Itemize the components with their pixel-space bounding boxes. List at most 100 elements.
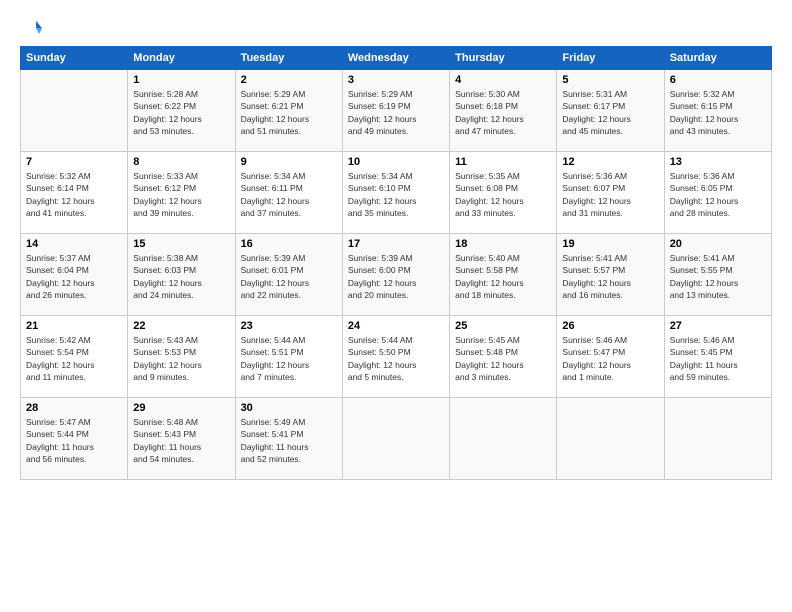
col-header-thursday: Thursday bbox=[450, 47, 557, 70]
day-info: Sunrise: 5:44 AMSunset: 5:50 PMDaylight:… bbox=[348, 334, 444, 383]
calendar-cell: 22Sunrise: 5:43 AMSunset: 5:53 PMDayligh… bbox=[128, 316, 235, 398]
day-number: 4 bbox=[455, 74, 551, 86]
col-header-tuesday: Tuesday bbox=[235, 47, 342, 70]
day-number: 7 bbox=[26, 156, 122, 168]
day-number: 12 bbox=[562, 156, 658, 168]
day-number: 10 bbox=[348, 156, 444, 168]
day-number: 9 bbox=[241, 156, 337, 168]
calendar-cell: 19 Sunrise: 5:41 AMSunset: 5:57 PMDayligh… bbox=[557, 234, 664, 316]
week-row-1: 1 Sunrise: 5:28 AMSunset: 6:22 PMDaylight… bbox=[21, 70, 772, 152]
day-number: 3 bbox=[348, 74, 444, 86]
day-info: Sunrise: 5:44 AMSunset: 5:51 PMDaylight:… bbox=[241, 334, 337, 383]
day-info: Sunrise: 5:30 AMSunset: 6:18 PMDaylight:… bbox=[455, 88, 551, 137]
day-number: 14 bbox=[26, 238, 122, 250]
day-info: Sunrise: 5:39 AMSunset: 6:01 PMDaylight:… bbox=[241, 252, 337, 301]
calendar-cell: 8 Sunrise: 5:33 AMSunset: 6:12 PMDaylight… bbox=[128, 152, 235, 234]
calendar-cell: 21 Sunrise: 5:42 AMSunset: 5:54 PMDayligh… bbox=[21, 316, 128, 398]
calendar-cell: 16 Sunrise: 5:39 AMSunset: 6:01 PMDayligh… bbox=[235, 234, 342, 316]
day-info: Sunrise: 5:34 AMSunset: 6:11 PMDaylight:… bbox=[241, 170, 337, 219]
col-header-monday: Monday bbox=[128, 47, 235, 70]
calendar-table: SundayMondayTuesdayWednesdayThursdayFrid… bbox=[20, 46, 772, 480]
day-number: 2 bbox=[241, 74, 337, 86]
day-info: Sunrise: 5:39 AMSunset: 6:00 PMDaylight:… bbox=[348, 252, 444, 301]
calendar-cell: 7 Sunrise: 5:32 AMSunset: 6:14 PMDaylight… bbox=[21, 152, 128, 234]
calendar-cell bbox=[21, 70, 128, 152]
day-info: Sunrise: 5:29 AMSunset: 6:21 PMDaylight:… bbox=[241, 88, 337, 137]
week-row-2: 7 Sunrise: 5:32 AMSunset: 6:14 PMDaylight… bbox=[21, 152, 772, 234]
day-info: Sunrise: 5:48 AMSunset: 5:43 PMDaylight:… bbox=[133, 416, 229, 465]
day-number: 30 bbox=[241, 402, 337, 414]
day-info: Sunrise: 5:46 AMSunset: 5:45 PMDaylight:… bbox=[670, 334, 766, 383]
day-number: 27 bbox=[670, 320, 766, 332]
day-info: Sunrise: 5:36 AMSunset: 6:07 PMDaylight:… bbox=[562, 170, 658, 219]
calendar-cell: 29 Sunrise: 5:48 AMSunset: 5:43 PMDayligh… bbox=[128, 398, 235, 480]
day-number: 19 bbox=[562, 238, 658, 250]
day-info: Sunrise: 5:34 AMSunset: 6:10 PMDaylight:… bbox=[348, 170, 444, 219]
header bbox=[20, 18, 772, 40]
calendar-cell bbox=[664, 398, 771, 480]
day-number: 5 bbox=[562, 74, 658, 86]
day-number: 25 bbox=[455, 320, 551, 332]
day-number: 28 bbox=[26, 402, 122, 414]
col-header-saturday: Saturday bbox=[664, 47, 771, 70]
day-number: 11 bbox=[455, 156, 551, 168]
calendar-cell: 26 Sunrise: 5:46 AMSunset: 5:47 PMDayligh… bbox=[557, 316, 664, 398]
logo bbox=[20, 18, 44, 40]
day-info: Sunrise: 5:32 AMSunset: 6:14 PMDaylight:… bbox=[26, 170, 122, 219]
day-number: 29 bbox=[133, 402, 229, 414]
calendar-cell: 6 Sunrise: 5:32 AMSunset: 6:15 PMDaylight… bbox=[664, 70, 771, 152]
day-number: 13 bbox=[670, 156, 766, 168]
calendar-cell: 30Sunrise: 5:49 AMSunset: 5:41 PMDayligh… bbox=[235, 398, 342, 480]
day-info: Sunrise: 5:36 AMSunset: 6:05 PMDaylight:… bbox=[670, 170, 766, 219]
calendar-cell: 2 Sunrise: 5:29 AMSunset: 6:21 PMDaylight… bbox=[235, 70, 342, 152]
calendar-cell: 1 Sunrise: 5:28 AMSunset: 6:22 PMDaylight… bbox=[128, 70, 235, 152]
day-info: Sunrise: 5:41 AMSunset: 5:55 PMDaylight:… bbox=[670, 252, 766, 301]
day-number: 1 bbox=[133, 74, 229, 86]
day-info: Sunrise: 5:28 AMSunset: 6:22 PMDaylight:… bbox=[133, 88, 229, 137]
day-number: 18 bbox=[455, 238, 551, 250]
calendar-cell bbox=[557, 398, 664, 480]
day-info: Sunrise: 5:31 AMSunset: 6:17 PMDaylight:… bbox=[562, 88, 658, 137]
calendar-cell: 12 Sunrise: 5:36 AMSunset: 6:07 PMDayligh… bbox=[557, 152, 664, 234]
day-info: Sunrise: 5:41 AMSunset: 5:57 PMDaylight:… bbox=[562, 252, 658, 301]
day-number: 15 bbox=[133, 238, 229, 250]
day-info: Sunrise: 5:46 AMSunset: 5:47 PMDaylight:… bbox=[562, 334, 658, 383]
day-number: 26 bbox=[562, 320, 658, 332]
calendar-cell: 23 Sunrise: 5:44 AMSunset: 5:51 PMDayligh… bbox=[235, 316, 342, 398]
calendar-cell: 4 Sunrise: 5:30 AMSunset: 6:18 PMDaylight… bbox=[450, 70, 557, 152]
day-number: 20 bbox=[670, 238, 766, 250]
day-info: Sunrise: 5:33 AMSunset: 6:12 PMDaylight:… bbox=[133, 170, 229, 219]
day-number: 21 bbox=[26, 320, 122, 332]
day-info: Sunrise: 5:32 AMSunset: 6:15 PMDaylight:… bbox=[670, 88, 766, 137]
logo-icon bbox=[20, 18, 42, 40]
calendar-cell bbox=[450, 398, 557, 480]
week-row-3: 14 Sunrise: 5:37 AMSunset: 6:04 PMDayligh… bbox=[21, 234, 772, 316]
col-header-sunday: Sunday bbox=[21, 47, 128, 70]
day-info: Sunrise: 5:40 AMSunset: 5:58 PMDaylight:… bbox=[455, 252, 551, 301]
day-number: 8 bbox=[133, 156, 229, 168]
day-number: 17 bbox=[348, 238, 444, 250]
day-number: 23 bbox=[241, 320, 337, 332]
week-row-5: 28Sunrise: 5:47 AMSunset: 5:44 PMDayligh… bbox=[21, 398, 772, 480]
calendar-cell: 9 Sunrise: 5:34 AMSunset: 6:11 PMDaylight… bbox=[235, 152, 342, 234]
day-info: Sunrise: 5:35 AMSunset: 6:08 PMDaylight:… bbox=[455, 170, 551, 219]
day-info: Sunrise: 5:38 AMSunset: 6:03 PMDaylight:… bbox=[133, 252, 229, 301]
day-number: 16 bbox=[241, 238, 337, 250]
calendar-cell: 24 Sunrise: 5:44 AMSunset: 5:50 PMDayligh… bbox=[342, 316, 449, 398]
day-number: 6 bbox=[670, 74, 766, 86]
day-number: 24 bbox=[348, 320, 444, 332]
calendar-cell: 17 Sunrise: 5:39 AMSunset: 6:00 PMDayligh… bbox=[342, 234, 449, 316]
calendar-cell: 18 Sunrise: 5:40 AMSunset: 5:58 PMDayligh… bbox=[450, 234, 557, 316]
col-header-friday: Friday bbox=[557, 47, 664, 70]
day-info: Sunrise: 5:37 AMSunset: 6:04 PMDaylight:… bbox=[26, 252, 122, 301]
calendar-cell: 14 Sunrise: 5:37 AMSunset: 6:04 PMDayligh… bbox=[21, 234, 128, 316]
calendar-cell: 20 Sunrise: 5:41 AMSunset: 5:55 PMDayligh… bbox=[664, 234, 771, 316]
week-row-4: 21 Sunrise: 5:42 AMSunset: 5:54 PMDayligh… bbox=[21, 316, 772, 398]
col-header-wednesday: Wednesday bbox=[342, 47, 449, 70]
calendar-cell: 15 Sunrise: 5:38 AMSunset: 6:03 PMDayligh… bbox=[128, 234, 235, 316]
calendar-cell: 27 Sunrise: 5:46 AMSunset: 5:45 PMDayligh… bbox=[664, 316, 771, 398]
calendar-cell: 25Sunrise: 5:45 AMSunset: 5:48 PMDayligh… bbox=[450, 316, 557, 398]
day-info: Sunrise: 5:42 AMSunset: 5:54 PMDaylight:… bbox=[26, 334, 122, 383]
calendar-cell: 5 Sunrise: 5:31 AMSunset: 6:17 PMDaylight… bbox=[557, 70, 664, 152]
header-row: SundayMondayTuesdayWednesdayThursdayFrid… bbox=[21, 47, 772, 70]
